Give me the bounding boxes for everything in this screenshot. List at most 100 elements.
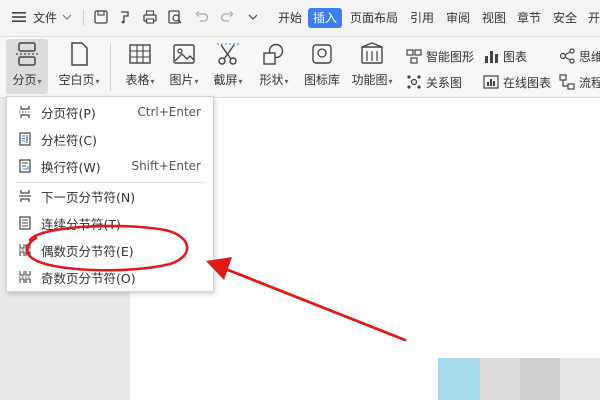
shortcut-text: Ctrl+Enter [137,105,201,119]
bar-chart-icon [482,48,500,64]
menu-item-label: 偶数页分节符(E) [41,243,134,259]
caret-down-icon: ▾ [194,77,199,86]
caret-down-icon: ▾ [388,77,393,86]
page-break-icon [9,39,45,69]
function-chart-label: 功能图 [351,73,388,87]
blank-page-icon [61,39,97,69]
print-icon[interactable] [141,8,159,26]
tab-view[interactable]: 视图 [482,8,506,28]
table-label: 表格 [125,73,150,87]
icon-library-button[interactable]: 图标库 [300,39,344,94]
ribbon-toolbar: 分页▾ 空白页▾ 表格▾ 图片▾ 截屏▾ 形状▾ 图标库 功能图▾ 智能图形 图… [0,37,600,98]
flow-chart-icon [558,74,576,90]
screenshot-button[interactable]: 截屏▾ [208,39,248,94]
relation-chart-button[interactable]: 关系图 [405,72,462,92]
smart-shape-label: 智能图形 [426,49,475,64]
chart-button[interactable]: 图表 [482,46,527,66]
page-break-dropdown: 分页符(P) Ctrl+Enter 分栏符(C) 换行符(W) Shift+En… [6,96,214,292]
tab-references[interactable]: 引用 [410,8,434,28]
icon-library-icon [304,39,340,69]
quick-access-dropdown-icon[interactable] [244,8,262,26]
tab-security[interactable]: 安全 [553,8,577,28]
menu-item-even-page-section-break[interactable]: 偶数页分节符(E) [7,237,213,263]
online-chart-button[interactable]: 在线图表 [482,72,551,92]
menu-item-label: 分栏符(C) [41,132,97,148]
icon-library-label: 图标库 [303,73,340,87]
function-chart-icon [354,39,390,69]
menu-item-line-break[interactable]: 换行符(W) Shift+Enter [7,153,213,179]
scissors-icon [210,39,246,69]
decorative-block [560,358,600,400]
image-button[interactable]: 图片▾ [164,39,204,94]
next-page-section-icon [17,188,33,204]
image-label: 图片 [169,73,194,87]
tab-page-layout[interactable]: 页面布局 [350,8,398,28]
image-icon [166,39,202,69]
mind-map-label: 思维 [579,49,600,64]
continuous-section-icon [17,215,33,231]
menu-separator [83,10,84,26]
ribbon-separator [110,43,111,91]
tab-review[interactable]: 审阅 [446,8,470,28]
format-painter-icon[interactable] [116,8,134,26]
caret-down-icon: ▾ [95,77,100,86]
caret-down-icon: ▾ [238,77,243,86]
menu-item-label: 分页符(P) [41,105,96,121]
table-icon [122,39,158,69]
function-chart-button[interactable]: 功能图▾ [348,39,396,94]
tab-chapter[interactable]: 章节 [517,8,541,28]
shape-button[interactable]: 形状▾ [254,39,294,94]
odd-page-section-icon [17,269,33,285]
menu-item-column-break[interactable]: 分栏符(C) [7,126,213,152]
menu-item-label: 连续分节符(T) [41,216,121,232]
flow-chart-button[interactable]: 流程 [558,72,600,92]
menu-item-next-page-section-break[interactable]: 下一页分节符(N) [7,183,213,209]
menu-item-label: 换行符(W) [41,159,101,175]
menu-item-page-break[interactable]: 分页符(P) Ctrl+Enter [7,99,213,125]
column-break-icon [17,131,33,147]
hamburger-menu-icon[interactable] [10,8,28,26]
page-break-label: 分页 [12,73,37,87]
mind-map-icon [558,48,576,64]
online-chart-label: 在线图表 [503,75,552,90]
smart-shape-button[interactable]: 智能图形 [405,46,474,66]
decorative-block [520,358,560,400]
screenshot-label: 截屏 [213,73,238,87]
caret-down-icon: ▾ [37,77,42,86]
shapes-icon [256,39,292,69]
online-chart-icon [482,74,500,90]
relation-chart-label: 关系图 [426,75,463,90]
table-button[interactable]: 表格▾ [118,39,162,94]
print-preview-icon[interactable] [166,8,184,26]
blank-page-button[interactable]: 空白页▾ [54,39,104,94]
menu-item-continuous-section-break[interactable]: 连续分节符(T) [7,210,213,236]
menu-bar: 文件 开始 插入 页面布局 引用 审阅 视图 章节 安全 开 [0,0,600,37]
tab-home[interactable]: 开始 [278,8,302,28]
mind-map-button[interactable]: 思维 [558,46,600,66]
caret-down-icon: ▾ [150,77,155,86]
redo-icon[interactable] [218,8,236,26]
blank-page-label: 空白页 [58,73,95,87]
shape-label: 形状 [259,73,284,87]
page-break-button[interactable]: 分页▾ [6,39,48,94]
chart-label: 图表 [503,49,528,64]
caret-down-icon: ▾ [284,77,289,86]
menu-item-odd-page-section-break[interactable]: 奇数页分节符(O) [7,264,213,290]
decorative-block [438,358,480,400]
undo-icon[interactable] [193,8,211,26]
tab-truncated[interactable]: 开 [588,8,600,28]
chevron-down-icon[interactable] [60,8,74,26]
smart-shape-icon [405,48,423,64]
tab-insert[interactable]: 插入 [308,8,343,28]
shortcut-text: Shift+Enter [131,159,201,173]
menu-item-label: 下一页分节符(N) [41,189,136,205]
save-icon[interactable] [92,8,110,26]
page-break-icon [17,104,33,120]
menu-item-label: 奇数页分节符(O) [41,270,136,286]
file-menu[interactable]: 文件 [33,8,57,28]
flow-chart-label: 流程 [579,75,600,90]
decorative-block [480,358,520,400]
line-break-icon [17,158,33,174]
relation-chart-icon [405,74,423,90]
even-page-section-icon [17,242,33,258]
